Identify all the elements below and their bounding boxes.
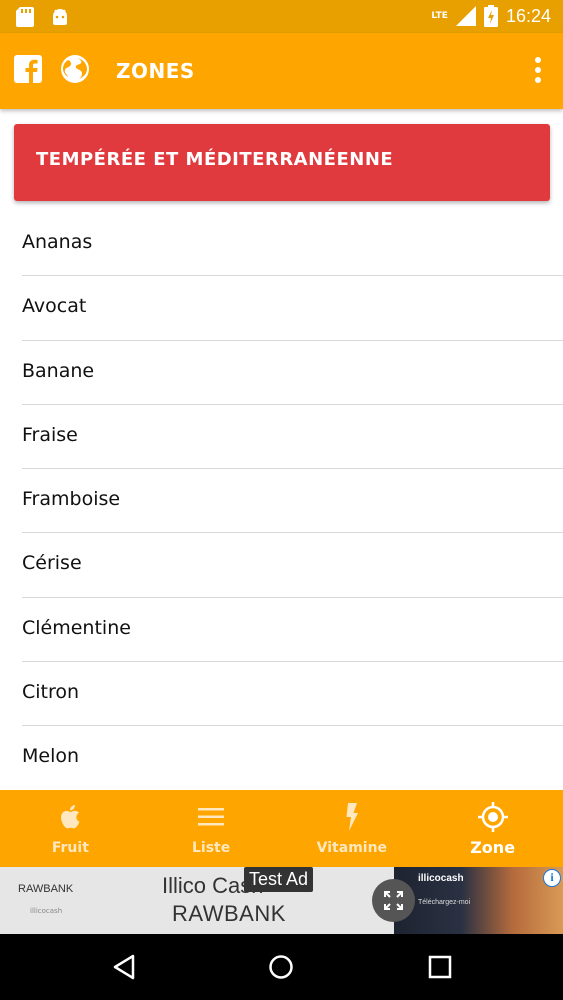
fruit-name: Cérise xyxy=(22,552,82,575)
fruit-name: Banane xyxy=(22,359,95,382)
expand-button[interactable] xyxy=(372,879,415,922)
ad-image-brand: illicocash xyxy=(418,873,464,884)
recents-icon[interactable] xyxy=(427,954,453,980)
fruit-name: Framboise xyxy=(22,488,121,511)
list-item[interactable]: Framboise xyxy=(0,469,563,534)
ad-image-cta: Téléchargez-moi xyxy=(418,899,471,906)
list-icon xyxy=(198,808,225,826)
nav-tab-zone[interactable]: Zone xyxy=(422,790,563,867)
fruit-name: Avocat xyxy=(22,295,87,318)
list-item[interactable]: Melon xyxy=(0,726,563,790)
info-icon[interactable]: i xyxy=(543,869,561,887)
fruit-name: Ananas xyxy=(22,231,93,253)
ad-logo-sub: illicocash xyxy=(30,907,63,915)
list-item[interactable]: Cérise xyxy=(0,533,563,599)
android-icon xyxy=(53,9,67,25)
signal-icon xyxy=(455,6,476,26)
list-item[interactable]: Fraise xyxy=(0,405,563,470)
globe-icon[interactable] xyxy=(60,54,90,84)
zone-label: TEMPÉRÉE ET MÉDITERRANÉENNE xyxy=(36,149,394,170)
nav-label-liste: Liste xyxy=(192,840,231,856)
list-item[interactable]: Banane xyxy=(0,341,563,406)
nav-tab-vitamine[interactable]: Vitamine xyxy=(282,790,423,867)
nav-label-zone: Zone xyxy=(470,838,516,857)
page-title: ZONES xyxy=(116,59,195,83)
test-ad-label: Test Ad xyxy=(244,867,314,892)
bottom-nav: Fruit Liste Vitamine Zone xyxy=(0,790,563,867)
more-vert-icon[interactable] xyxy=(533,55,543,85)
back-icon[interactable] xyxy=(111,954,137,980)
ad-banner[interactable]: RAWBANK illicocash Illico Cash RAWBANK i… xyxy=(0,867,563,934)
network-type: LTE xyxy=(431,11,448,21)
status-bar: LTE 16:24 xyxy=(0,0,563,33)
nav-label-fruit: Fruit xyxy=(51,840,89,856)
nav-label-vitamine: Vitamine xyxy=(316,840,388,856)
sd-card-icon xyxy=(16,7,34,27)
nav-tab-liste[interactable]: Liste xyxy=(141,790,282,867)
fruit-name: Melon xyxy=(22,745,80,768)
ad-image: illicocash Téléchargez-moi xyxy=(394,867,563,934)
nav-tab-fruit[interactable]: Fruit xyxy=(0,790,141,867)
list-item[interactable]: Avocat xyxy=(0,276,563,341)
fruit-list: Ananas Avocat Banane Fraise Framboise Cé… xyxy=(0,212,563,791)
lightning-icon xyxy=(346,803,358,831)
list-item[interactable]: Clémentine xyxy=(0,598,563,663)
list-item[interactable]: Citron xyxy=(0,662,563,727)
battery-icon xyxy=(483,5,498,27)
ad-logo: RAWBANK xyxy=(18,883,74,895)
fruit-name: Clémentine xyxy=(22,616,131,639)
target-icon xyxy=(477,802,508,832)
list-item[interactable]: Ananas xyxy=(0,212,563,277)
fruit-name: Fraise xyxy=(22,423,78,446)
apple-icon xyxy=(61,805,80,829)
facebook-icon[interactable] xyxy=(14,55,42,83)
fruit-name: Citron xyxy=(22,681,80,704)
expand-icon xyxy=(384,891,403,910)
home-icon[interactable] xyxy=(268,954,294,980)
ad-subtitle: RAWBANK xyxy=(172,901,286,926)
app-bar: ZONES xyxy=(0,33,563,109)
zone-header-card[interactable]: TEMPÉRÉE ET MÉDITERRANÉENNE xyxy=(14,124,550,201)
system-nav-bar xyxy=(0,934,563,1000)
clock: 16:24 xyxy=(505,5,551,26)
